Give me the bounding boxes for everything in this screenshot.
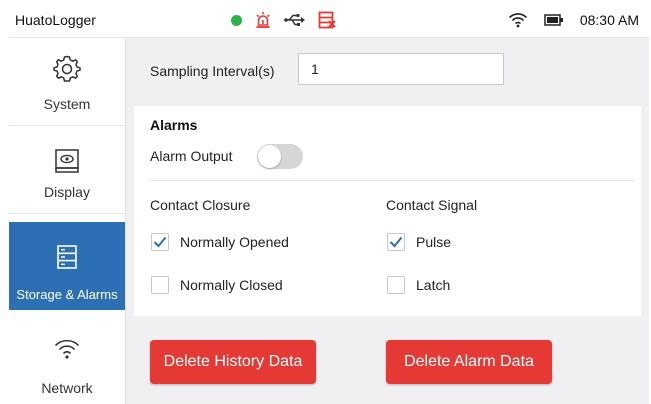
sidebar-item-label: Storage & Alarms — [16, 287, 118, 302]
connection-dot-icon — [231, 14, 242, 26]
storage-icon — [9, 244, 125, 270]
normally-opened-option[interactable]: Normally Opened — [151, 231, 289, 253]
sidebar-item-label: System — [43, 96, 91, 112]
delete-alarm-data-button[interactable]: Delete Alarm Data — [386, 340, 552, 384]
sampling-interval-input[interactable] — [298, 53, 504, 85]
checkbox-unchecked[interactable] — [387, 276, 405, 294]
usb-icon — [284, 13, 306, 27]
sampling-row: Sampling Interval(s) — [126, 38, 649, 104]
alarm-output-toggle[interactable] — [257, 144, 303, 169]
storage-icon — [318, 11, 336, 29]
wifi-icon — [9, 338, 125, 360]
option-label: Pulse — [416, 234, 452, 250]
normally-closed-option[interactable]: Normally Closed — [151, 274, 283, 296]
sidebar-item-network[interactable]: Network — [9, 316, 125, 404]
option-label: Normally Closed — [180, 277, 283, 293]
checkbox-checked[interactable] — [387, 233, 405, 251]
contact-closure-title: Contact Closure — [150, 197, 251, 213]
alarms-panel: Alarms Alarm Output Contact Closure Cont… — [134, 106, 641, 316]
main-panel: Sampling Interval(s) Alarms Alarm Output… — [126, 38, 649, 404]
toggle-knob — [258, 145, 281, 168]
sidebar-item-label: Display — [44, 184, 90, 200]
status-icons — [231, 10, 348, 30]
display-icon — [9, 148, 125, 174]
alarm-output-label: Alarm Output — [150, 148, 233, 164]
right-status: 08:30 AM — [492, 10, 639, 30]
wifi-icon — [508, 12, 528, 28]
check-icon — [153, 236, 167, 248]
check-icon — [389, 236, 403, 248]
checkbox-unchecked[interactable] — [151, 276, 169, 294]
clock: 08:30 AM — [579, 12, 639, 28]
pulse-option[interactable]: Pulse — [387, 231, 451, 253]
battery-icon — [544, 14, 564, 26]
alarms-title: Alarms — [150, 117, 198, 133]
sidebar: System Display Storage & Alarms Network — [9, 38, 126, 404]
status-bar: HuatoLogger 08:30 AM — [9, 4, 649, 38]
gear-icon — [9, 54, 125, 82]
sampling-interval-label: Sampling Interval(s) — [150, 63, 275, 79]
option-label: Normally Opened — [180, 234, 289, 250]
sidebar-item-system[interactable]: System — [9, 38, 125, 126]
latch-option[interactable]: Latch — [387, 274, 450, 296]
app-window: HuatoLogger 08:30 AM System Display Stor… — [9, 4, 649, 404]
contact-signal-title: Contact Signal — [386, 197, 478, 213]
divider — [150, 180, 634, 181]
alarm-icon — [254, 11, 272, 29]
sidebar-item-display[interactable]: Display — [9, 126, 125, 214]
app-title: HuatoLogger — [15, 12, 96, 28]
sidebar-item-label: Network — [41, 380, 93, 396]
sidebar-item-storage-alarms[interactable]: Storage & Alarms — [9, 222, 125, 310]
checkbox-checked[interactable] — [151, 233, 169, 251]
option-label: Latch — [416, 277, 451, 293]
delete-history-data-button[interactable]: Delete History Data — [150, 340, 316, 384]
